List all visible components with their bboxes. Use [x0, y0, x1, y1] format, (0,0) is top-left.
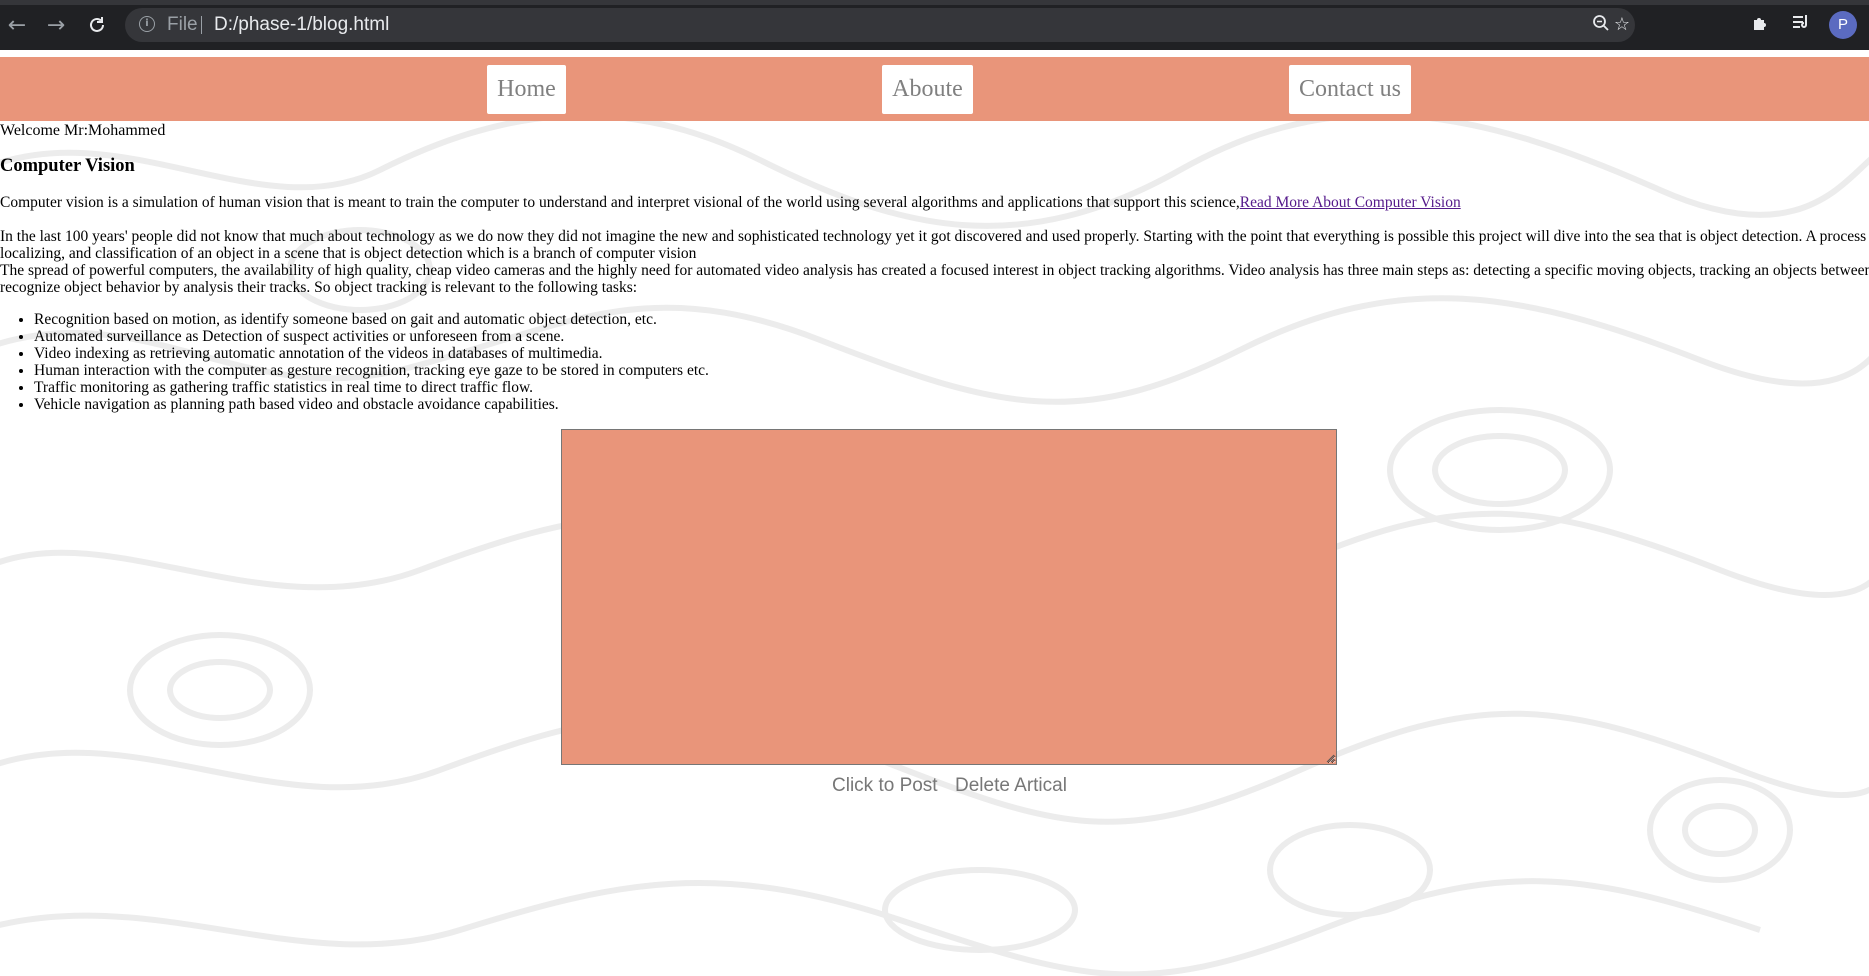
profile-avatar[interactable]: P: [1829, 11, 1857, 39]
list-item: Automated surveillance as Detection of s…: [34, 328, 709, 345]
post-button[interactable]: Click to Post: [832, 775, 938, 797]
top-navbar: Home Aboute Contact us: [0, 57, 1869, 121]
resize-grip-icon[interactable]: [1325, 753, 1335, 763]
paragraph-line: localizing, and classification of an obj…: [0, 245, 697, 262]
paragraph-line: recognize object behavior by analysis th…: [0, 279, 638, 296]
article-paragraph: In the last 100 years' people did not kn…: [0, 228, 1869, 296]
paragraph-line: In the last 100 years' people did not kn…: [0, 228, 1869, 245]
intro-text: Computer vision is a simulation of human…: [0, 194, 1240, 211]
tab-strip-edge: [0, 0, 1869, 5]
forward-arrow-icon[interactable]: →: [41, 10, 71, 40]
read-more-link[interactable]: Read More About Computer Vision: [1240, 194, 1461, 211]
article-heading: Computer Vision: [0, 156, 135, 176]
list-item: Traffic monitoring as gathering traffic …: [34, 379, 709, 396]
nav-contact-link[interactable]: Contact us: [1289, 65, 1411, 114]
page-viewport: Home Aboute Contact us Welcome Mr:Mohamm…: [0, 50, 1869, 976]
list-item: Vehicle navigation as planning path base…: [34, 396, 709, 413]
zoom-icon[interactable]: [1590, 14, 1612, 36]
nav-home-link[interactable]: Home: [487, 65, 566, 114]
task-list: Recognition based on motion, as identify…: [0, 311, 709, 413]
page-content: Home Aboute Contact us Welcome Mr:Mohamm…: [0, 50, 1869, 976]
bookmark-star-icon[interactable]: ☆: [1611, 14, 1633, 36]
delete-article-button[interactable]: Delete Artical: [955, 775, 1067, 797]
nav-about-link[interactable]: Aboute: [882, 65, 973, 114]
extensions-icon[interactable]: [1748, 12, 1774, 38]
url-separator: [201, 16, 202, 34]
back-arrow-icon[interactable]: ←: [2, 10, 32, 40]
list-item: Human interaction with the computer as g…: [34, 362, 709, 379]
article-intro: Computer vision is a simulation of human…: [0, 194, 1869, 212]
url-text[interactable]: D:/phase-1/blog.html: [214, 14, 389, 36]
site-info-icon[interactable]: i: [139, 16, 155, 32]
list-item: Video indexing as retrieving automatic a…: [34, 345, 709, 362]
reload-icon[interactable]: [82, 10, 112, 40]
list-item: Recognition based on motion, as identify…: [34, 311, 709, 328]
url-scheme-label: File: [167, 14, 198, 35]
address-bar[interactable]: i File D:/phase-1/blog.html ☆: [125, 8, 1635, 42]
paragraph-line: The spread of powerful computers, the av…: [0, 262, 1869, 279]
reading-list-icon[interactable]: [1788, 12, 1814, 38]
browser-toolbar: ← → i File D:/phase-1/blog.html ☆ P: [0, 0, 1869, 50]
article-textarea[interactable]: [561, 429, 1337, 765]
welcome-message: Welcome Mr:Mohammed: [0, 122, 166, 139]
